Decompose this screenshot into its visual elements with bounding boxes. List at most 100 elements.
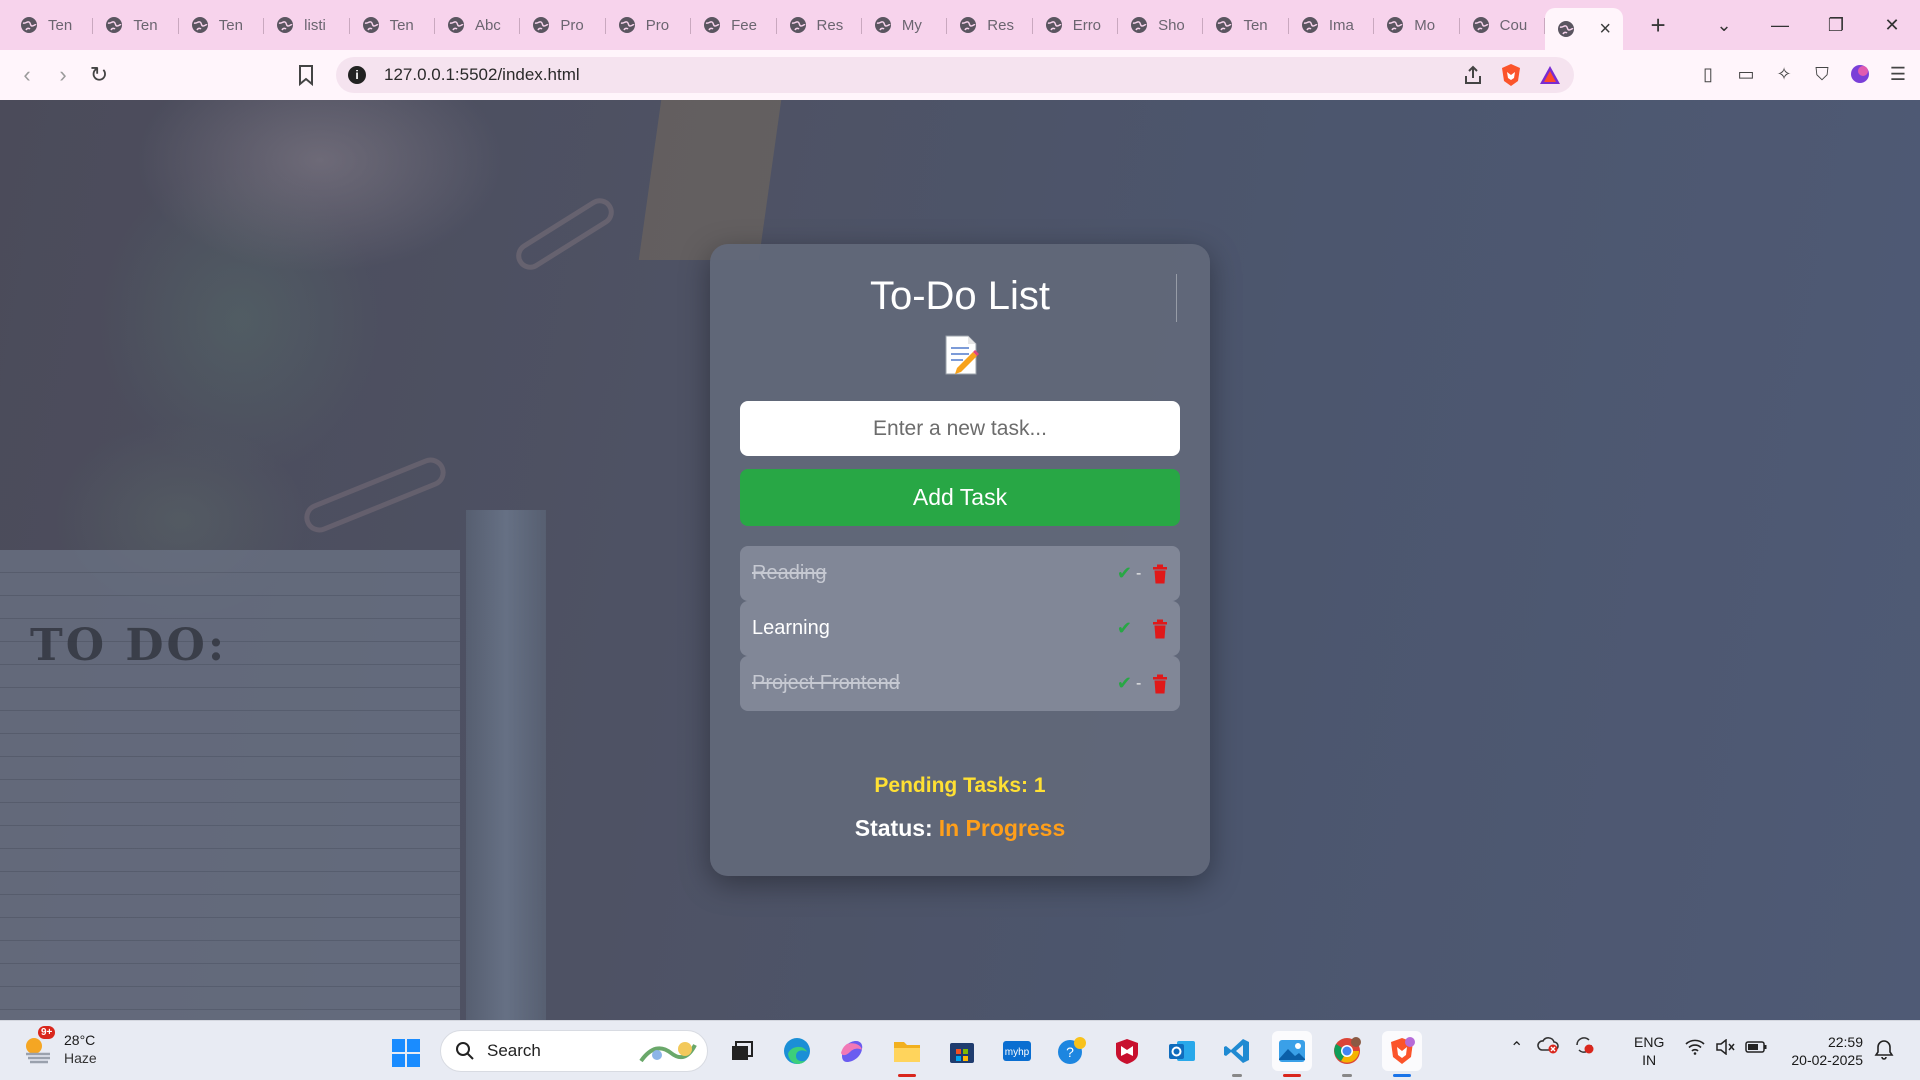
tab-title: Erro: [1072, 16, 1102, 34]
notification-bell-icon[interactable]: [1874, 1039, 1894, 1061]
show-hidden-icons-chevron-icon[interactable]: ⌃: [1510, 1038, 1523, 1058]
complete-check-icon[interactable]: ✔: [1117, 618, 1132, 639]
status-value: In Progress: [938, 815, 1066, 841]
background-paperclip: [299, 452, 451, 538]
vpn-shield-icon[interactable]: ⛉: [1810, 62, 1834, 86]
reload-button[interactable]: ↻: [81, 62, 117, 88]
browser-tab[interactable]: My: [862, 7, 948, 43]
task-input[interactable]: [740, 401, 1180, 456]
tab-list: Ten Ten Ten listi Ten Abc Pro Pro Fee Res My Res Err…: [0, 0, 1624, 50]
close-window-button[interactable]: ✕: [1864, 15, 1920, 36]
tab-search-chevron-icon[interactable]: ⌄: [1696, 15, 1752, 36]
address-bar[interactable]: i 127.0.0.1:5502/index.html: [336, 57, 1574, 93]
mcafee-icon[interactable]: [1107, 1031, 1147, 1071]
browser-tab[interactable]: Pro: [606, 7, 692, 43]
complete-check-icon[interactable]: ✔: [1117, 563, 1132, 584]
wallet-icon[interactable]: ▭: [1734, 62, 1758, 86]
weather-condition: Haze: [64, 1050, 97, 1066]
back-button[interactable]: ‹: [9, 62, 45, 88]
globe-icon: [1558, 21, 1575, 37]
haze-weather-icon: 9+: [22, 1026, 56, 1066]
windows-start-icon[interactable]: [391, 1038, 421, 1068]
url-text[interactable]: 127.0.0.1:5502/index.html: [384, 65, 580, 85]
photos-app-icon[interactable]: [1272, 1031, 1312, 1077]
browser-tab[interactable]: Fee: [691, 7, 777, 43]
quick-settings[interactable]: [1685, 1039, 1767, 1055]
background-notepad: TO DO:: [0, 550, 460, 1020]
language-code: ENG: [1634, 1034, 1665, 1050]
browser-tab[interactable]: Erro: [1033, 7, 1119, 43]
browser-tab[interactable]: Res: [777, 7, 862, 43]
globe-icon: [1045, 17, 1062, 33]
browser-tab[interactable]: Sho: [1118, 7, 1204, 43]
restore-button[interactable]: ❐: [1808, 15, 1864, 36]
sync-error-icon[interactable]: [1573, 1035, 1595, 1060]
browser-tab[interactable]: Ten: [93, 7, 179, 43]
browser-tab[interactable]: Ten: [350, 7, 435, 43]
taskbar-search[interactable]: Search: [440, 1030, 708, 1072]
browser-tab[interactable]: Mo: [1374, 7, 1460, 43]
task-text[interactable]: Reading: [752, 562, 1117, 585]
weather-widget[interactable]: 9+ 28°C Haze: [22, 1026, 97, 1067]
profile-avatar-icon[interactable]: [1848, 62, 1872, 86]
browser-tab[interactable]: Ten: [8, 7, 94, 43]
task-item: Reading ✔ -: [740, 546, 1180, 601]
tab-title: Pro: [645, 16, 670, 34]
browser-tab[interactable]: Ten: [179, 7, 265, 43]
minimize-button[interactable]: —: [1752, 15, 1808, 36]
complete-check-icon[interactable]: ✔: [1117, 673, 1132, 694]
get-help-icon[interactable]: ?: [1052, 1031, 1092, 1071]
globe-icon: [1131, 17, 1148, 33]
edge-browser-icon[interactable]: [777, 1031, 817, 1071]
language-indicator[interactable]: ENG IN: [1634, 1033, 1664, 1069]
task-view-icon[interactable]: [722, 1031, 762, 1071]
delete-trash-icon[interactable]: [1152, 674, 1168, 694]
status-line: Status: In Progress: [710, 815, 1210, 842]
microsoft-store-icon[interactable]: [942, 1031, 982, 1071]
delete-trash-icon[interactable]: [1152, 619, 1168, 639]
site-info-icon[interactable]: i: [348, 66, 366, 84]
bookmark-icon[interactable]: [296, 63, 316, 87]
tab-title: Ten: [389, 16, 414, 34]
copilot-icon[interactable]: [832, 1031, 872, 1071]
browser-tab[interactable]: Ima: [1289, 7, 1375, 43]
file-explorer-icon[interactable]: [887, 1031, 927, 1077]
brave-shields-icon[interactable]: [1500, 63, 1522, 87]
browser-tab-active[interactable]: ×: [1545, 8, 1624, 50]
new-tab-button[interactable]: +: [1643, 10, 1673, 41]
tab-title: Mo: [1414, 16, 1436, 34]
leo-ai-icon[interactable]: ✧: [1772, 62, 1796, 86]
completed-marker: -: [1136, 674, 1142, 692]
chrome-icon[interactable]: [1327, 1031, 1367, 1077]
delete-trash-icon[interactable]: [1152, 564, 1168, 584]
page-title: To-Do List: [869, 274, 1051, 318]
browser-tab[interactable]: Pro: [520, 7, 606, 43]
outlook-icon[interactable]: [1162, 1031, 1202, 1071]
memo-icon: [945, 335, 979, 375]
browser-tab[interactable]: Abc: [435, 7, 521, 43]
brave-rewards-icon[interactable]: [1538, 64, 1562, 86]
share-icon[interactable]: [1462, 64, 1484, 86]
browser-tab[interactable]: Cou: [1460, 7, 1546, 43]
task-text[interactable]: Learning: [752, 617, 1117, 640]
menu-icon[interactable]: ☰: [1886, 62, 1910, 86]
add-task-button[interactable]: Add Task: [740, 469, 1180, 526]
browser-tab[interactable]: listi: [264, 7, 350, 43]
globe-icon: [1472, 17, 1489, 33]
svg-text:myhp: myhp: [1005, 1047, 1030, 1058]
svg-text:?: ?: [1066, 1044, 1074, 1060]
tab-title: Res: [987, 16, 1014, 34]
forward-button[interactable]: ›: [45, 62, 81, 88]
close-tab-icon[interactable]: ×: [1599, 18, 1611, 41]
onedrive-error-icon[interactable]: [1537, 1036, 1560, 1059]
brave-browser-icon[interactable]: [1382, 1031, 1422, 1077]
browser-tab[interactable]: Ten: [1203, 7, 1289, 43]
clock[interactable]: 22:59 20-02-2025: [1785, 1033, 1863, 1069]
vscode-icon[interactable]: [1217, 1031, 1257, 1077]
tab-title: Ima: [1328, 16, 1354, 34]
sidebar-icon[interactable]: ▯: [1696, 62, 1720, 86]
task-text[interactable]: Project Frontend: [752, 672, 1117, 695]
myhp-icon[interactable]: myhp: [997, 1031, 1037, 1071]
pending-count: Pending Tasks: 1: [874, 774, 1046, 797]
browser-tab[interactable]: Res: [947, 7, 1033, 43]
